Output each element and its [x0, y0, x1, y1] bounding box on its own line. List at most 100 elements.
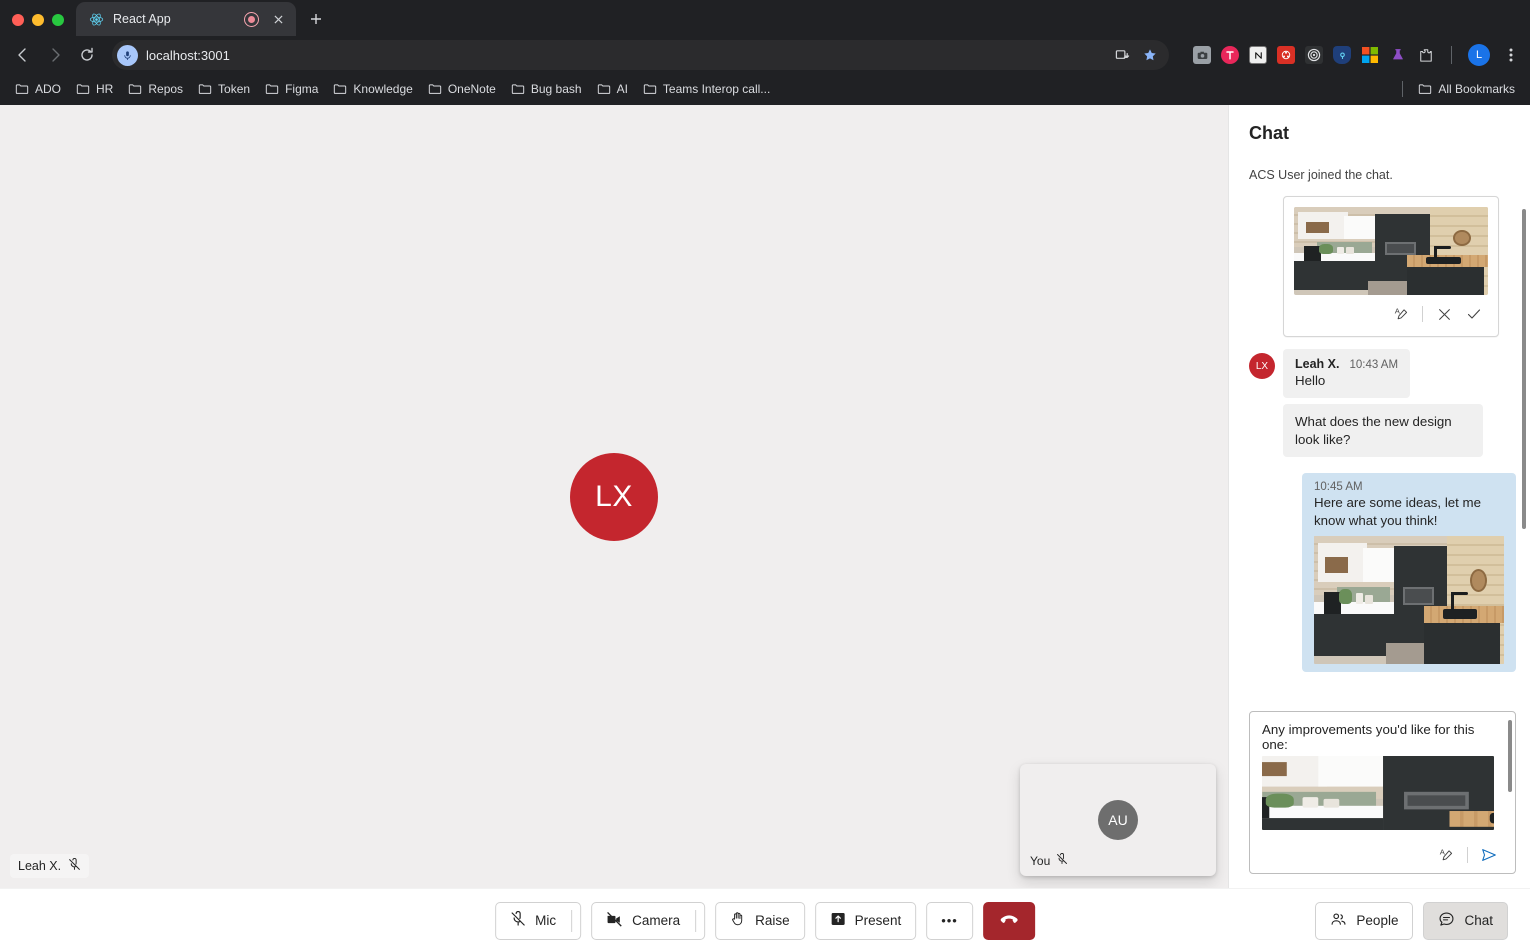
bookmark-item[interactable]: Token — [191, 78, 257, 100]
present-button-label: Present — [854, 913, 902, 928]
message-text: Hello — [1295, 373, 1326, 388]
camera-button[interactable]: Camera — [591, 901, 706, 940]
maximize-window-button[interactable] — [52, 14, 64, 26]
close-window-button[interactable] — [12, 14, 24, 26]
self-video-tile[interactable]: AU You — [1020, 764, 1216, 876]
people-icon — [1330, 911, 1347, 931]
bookmark-label: Token — [218, 81, 251, 96]
end-call-icon — [998, 908, 1020, 933]
send-icon[interactable] — [1475, 843, 1503, 867]
bookmark-label: AI — [616, 81, 628, 96]
kebab-menu-icon[interactable] — [1500, 44, 1522, 66]
bookmark-star-icon[interactable] — [1137, 42, 1163, 68]
present-button[interactable]: Present — [814, 901, 917, 940]
message-meta: Leah X. 10:43 AM — [1295, 357, 1398, 371]
target-extension-icon[interactable] — [1305, 46, 1323, 64]
call-controls-center: Mic Camera Raise Present ••• — [495, 901, 1035, 940]
chat-message-list[interactable]: ACS User joined the chat. A LX Leah X. 1… — [1229, 154, 1530, 703]
reload-icon[interactable] — [72, 40, 102, 70]
omnibox-actions — [1109, 42, 1163, 68]
minimize-window-button[interactable] — [32, 14, 44, 26]
attachment-image — [1294, 207, 1488, 295]
participant-name: You — [1030, 853, 1051, 868]
message-time: 10:43 AM — [1349, 359, 1399, 371]
composer-scrollbar[interactable] — [1508, 720, 1512, 792]
people-button-label: People — [1356, 913, 1399, 928]
composer-actions: A — [1262, 839, 1503, 867]
microsoft-extension-icon[interactable] — [1361, 46, 1379, 64]
browser-chrome: React App localhost:3001 L ADO HR Repos … — [0, 0, 1530, 105]
recording-indicator-icon[interactable] — [244, 11, 259, 27]
bookmark-item[interactable]: Teams Interop call... — [636, 78, 777, 100]
chat-button-label: Chat — [1464, 913, 1493, 928]
close-icon[interactable] — [268, 9, 288, 29]
all-bookmarks-button[interactable]: All Bookmarks — [1411, 78, 1522, 100]
raise-hand-button[interactable]: Raise — [715, 901, 805, 940]
redux-devtools-extension-icon[interactable] — [1277, 46, 1295, 64]
cancel-icon[interactable] — [1430, 302, 1458, 326]
bookmark-item[interactable]: OneNote — [421, 78, 503, 100]
message-bubble[interactable]: What does the new design look like? — [1283, 403, 1483, 457]
profile-avatar[interactable]: L — [1468, 44, 1490, 66]
message-bubble[interactable]: Leah X. 10:43 AM Hello — [1283, 349, 1411, 398]
attachment-preview-card[interactable]: A — [1283, 196, 1499, 337]
new-tab-button[interactable] — [302, 5, 330, 33]
call-control-bar: Mic Camera Raise Present ••• People Chat — [0, 888, 1530, 952]
back-arrow-icon[interactable] — [8, 40, 38, 70]
annotate-icon[interactable]: A — [1432, 843, 1460, 867]
more-options-button[interactable]: ••• — [926, 901, 973, 940]
bookmark-label: ADO — [35, 81, 62, 96]
folder-icon — [15, 83, 29, 94]
browser-tab[interactable]: React App — [76, 2, 296, 36]
browser-toolbar: localhost:3001 L — [0, 36, 1530, 74]
address-bar[interactable]: localhost:3001 — [112, 40, 1169, 70]
people-button[interactable]: People — [1315, 901, 1414, 940]
bookmark-label: HR — [96, 81, 114, 96]
bookmarks-bar: ADO HR Repos Token Figma Knowledge OneNo… — [0, 74, 1530, 103]
annotate-icon[interactable]: A — [1387, 302, 1415, 326]
puzzle-extensions-icon[interactable] — [1417, 46, 1435, 64]
mic-button[interactable]: Mic — [495, 901, 582, 940]
hangup-button[interactable] — [982, 901, 1035, 940]
chat-message: LX Leah X. 10:43 AM Hello — [1249, 349, 1516, 398]
microphone-in-use-icon[interactable] — [117, 44, 138, 66]
bookmark-item[interactable]: Figma — [258, 78, 325, 100]
bookmark-item[interactable]: Bug bash — [504, 78, 589, 100]
bookmark-item[interactable]: Repos — [121, 78, 190, 100]
message-bubble[interactable]: 10:45 AM Here are some ideas, let me kno… — [1302, 472, 1516, 672]
system-message: ACS User joined the chat. — [1249, 168, 1393, 182]
camera-extension-icon[interactable] — [1193, 46, 1211, 64]
extensions-strip: L — [1179, 44, 1522, 66]
forward-arrow-icon[interactable] — [40, 40, 70, 70]
bookmark-item[interactable]: HR — [69, 78, 120, 100]
raise-hand-button-label: Raise — [755, 913, 790, 928]
bookmark-item[interactable]: ADO — [8, 78, 68, 100]
message-image[interactable] — [1314, 535, 1504, 664]
call-body: LX Leah X. AU You Chat ACS User joined t… — [0, 105, 1530, 888]
composer-text[interactable]: Any improvements you'd like for this one… — [1262, 722, 1503, 752]
bookmark-item[interactable]: Knowledge — [326, 78, 419, 100]
confirm-icon[interactable] — [1460, 302, 1488, 326]
message-input[interactable]: Any improvements you'd like for this one… — [1249, 711, 1516, 874]
composer-attachment-image[interactable] — [1262, 756, 1494, 830]
bookmark-label: Repos — [148, 81, 184, 96]
chat-button[interactable]: Chat — [1423, 901, 1508, 940]
main-participant-label: Leah X. — [10, 854, 90, 878]
chat-scrollbar[interactable] — [1522, 209, 1526, 529]
beaker-extension-icon[interactable] — [1389, 46, 1407, 64]
bookmark-item[interactable]: AI — [590, 78, 635, 100]
mic-split-divider[interactable] — [571, 909, 573, 932]
todoist-extension-icon[interactable] — [1221, 46, 1239, 64]
message-text: What does the new design look like? — [1295, 413, 1452, 447]
call-controls-right: People Chat — [1315, 901, 1530, 940]
folder-icon — [643, 83, 657, 94]
folder-icon — [1419, 83, 1432, 94]
self-tile-label: You — [1030, 852, 1068, 868]
install-app-icon[interactable] — [1109, 42, 1135, 68]
action-divider — [1422, 306, 1423, 322]
shield-key-extension-icon[interactable] — [1333, 46, 1351, 64]
folder-icon — [129, 83, 142, 94]
notion-extension-icon[interactable] — [1249, 46, 1267, 64]
raise-hand-icon — [730, 911, 746, 930]
camera-split-divider[interactable] — [695, 909, 697, 932]
